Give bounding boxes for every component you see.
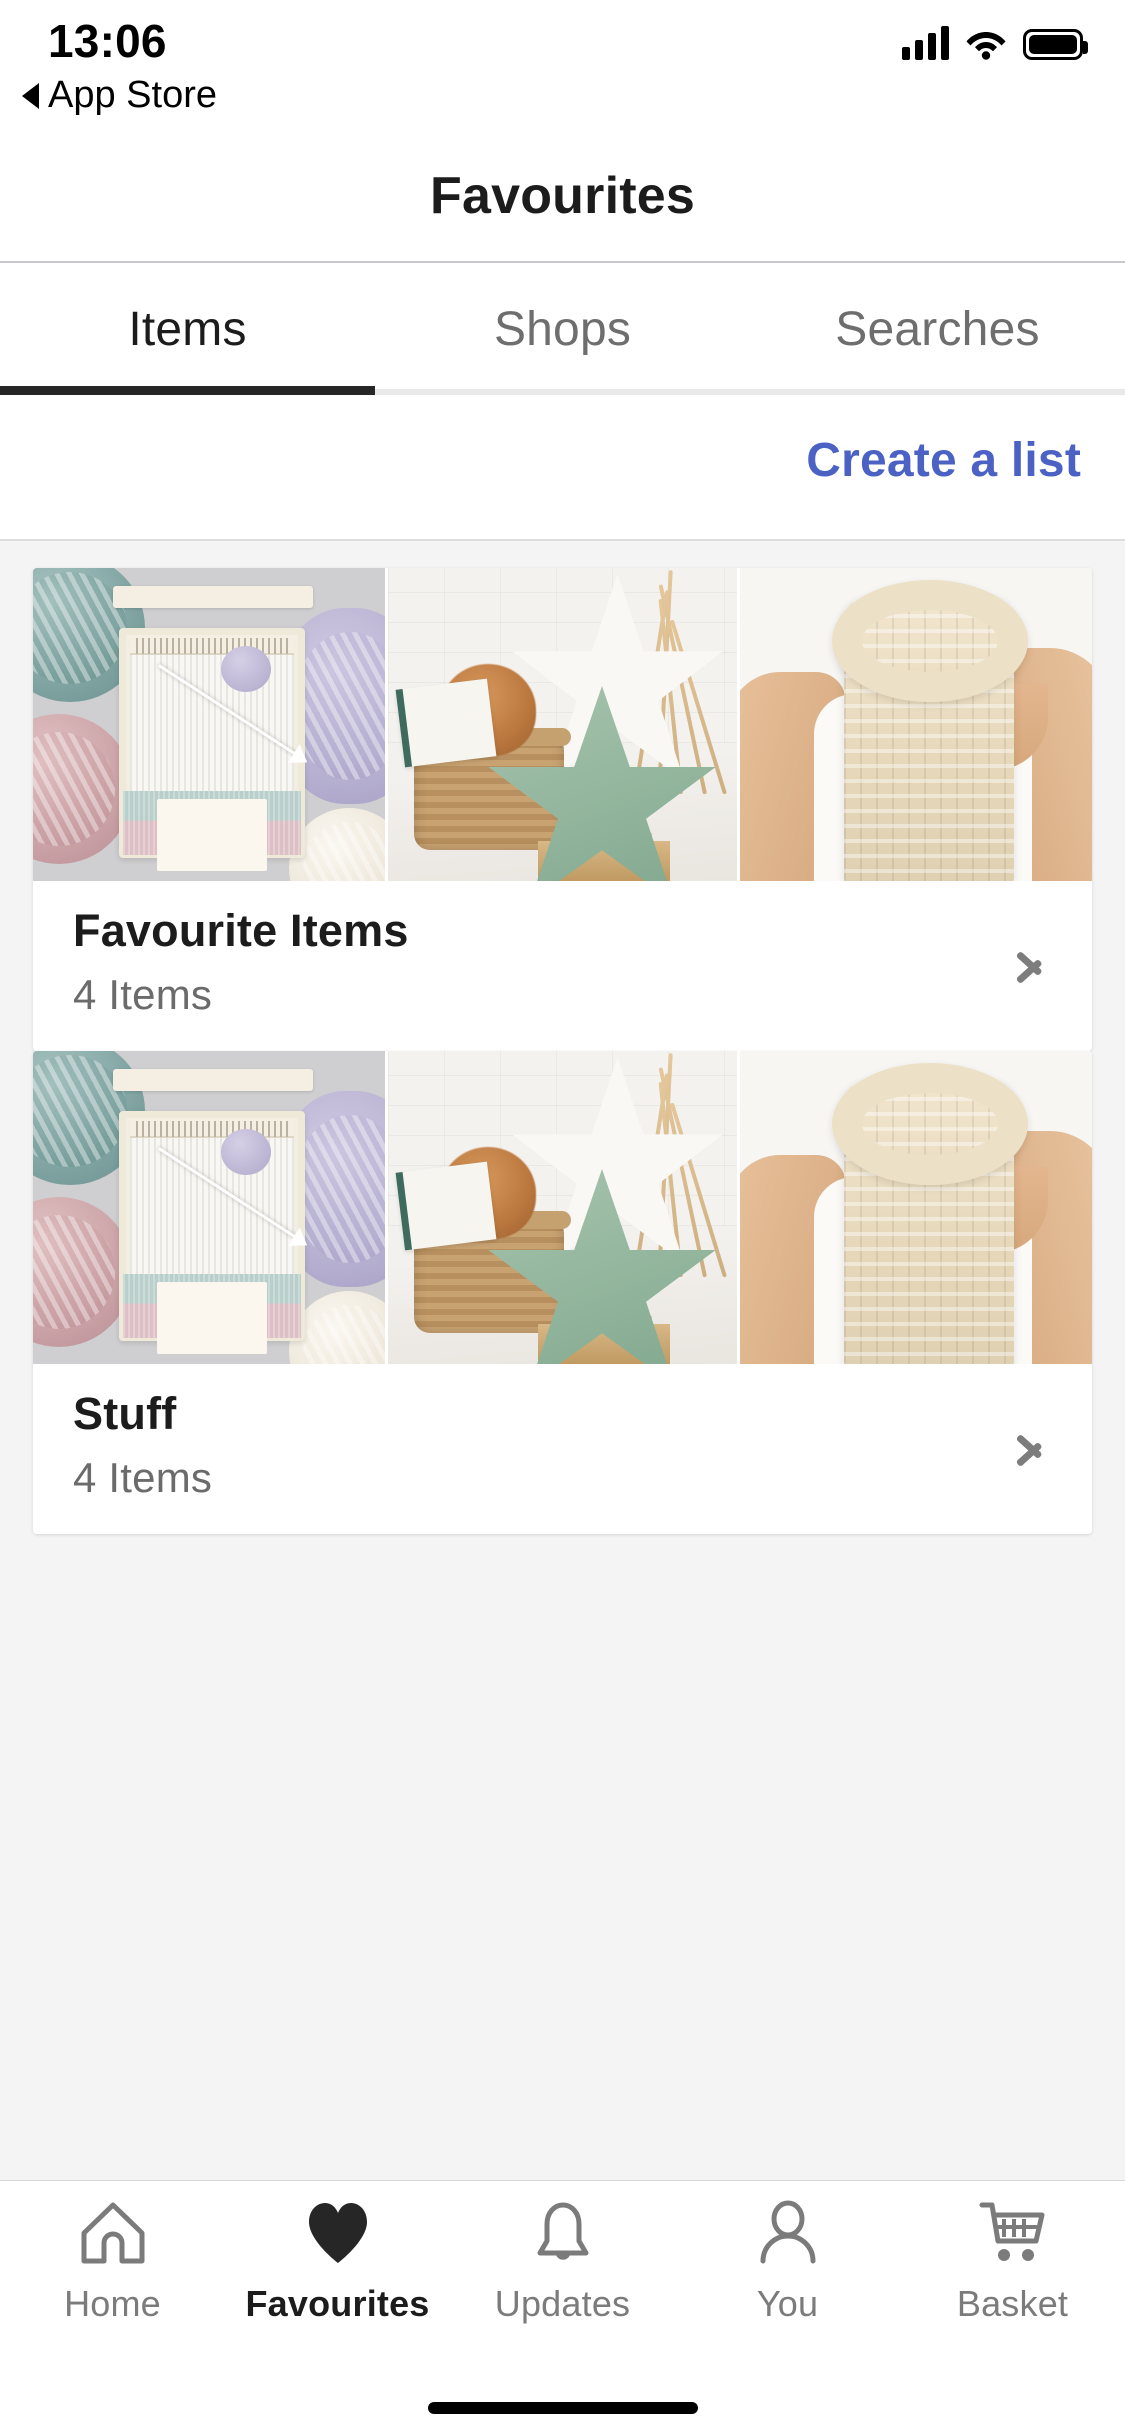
cable-knit-scarf-photo: [737, 568, 1092, 881]
tabbar-label-home: Home: [64, 2283, 161, 2324]
segment-tabs: Items Shops Searches: [0, 263, 1125, 395]
list-item[interactable]: Favourite Items 4 Items: [33, 568, 1092, 1051]
cellular-bars-icon: [902, 26, 949, 60]
create-list-button[interactable]: Create a list: [806, 433, 1081, 488]
weaving-loom-yarn-photo: [33, 568, 385, 881]
list-item-count: 4 Items: [73, 971, 213, 1018]
tab-searches[interactable]: Searches: [750, 263, 1125, 395]
list-item-title: Favourite Items: [73, 905, 409, 956]
tabbar-label-favourites: Favourites: [245, 2283, 430, 2324]
app-screen: 13:06 App Store Favourites Items Shops S…: [0, 0, 1125, 2436]
home-icon: [78, 2197, 148, 2269]
tabbar-label-basket: Basket: [956, 2283, 1069, 2324]
list-item[interactable]: Stuff 4 Items: [33, 1051, 1092, 1534]
shopping-cart-icon: [978, 2197, 1048, 2269]
tabbar-item-updates[interactable]: Updates: [450, 2197, 675, 2361]
tabbar-item-you[interactable]: You: [675, 2197, 900, 2361]
list-item-body: Favourite Items 4 Items: [33, 881, 1092, 1051]
tabbar-item-favourites[interactable]: Favourites: [225, 2197, 450, 2361]
heart-filled-icon: [303, 2197, 373, 2269]
battery-full-icon: [1023, 29, 1088, 60]
person-icon: [753, 2197, 823, 2269]
wifi-icon: [965, 26, 1007, 60]
tabbar-label-updates: Updates: [494, 2283, 631, 2324]
back-link-label: App Store: [48, 74, 217, 116]
tab-searches-label: Searches: [835, 302, 1040, 356]
back-triangle-icon: [22, 82, 39, 109]
list-item-count: 4 Items: [73, 1454, 213, 1501]
tab-items-label: Items: [128, 302, 247, 356]
home-indicator[interactable]: [427, 2402, 698, 2414]
star-cushion-basket-photo: [385, 1051, 737, 1364]
list-item-body: Stuff 4 Items: [33, 1364, 1092, 1534]
back-to-app-store-link[interactable]: App Store: [22, 74, 217, 117]
status-bar-indicators: [902, 26, 1088, 60]
cable-knit-scarf-photo: [737, 1051, 1092, 1364]
thumbnail-strip: [33, 568, 1092, 881]
bottom-tab-bar: Home Favourites Updates You Basket: [0, 2180, 1125, 2436]
tabbar-item-home[interactable]: Home: [0, 2197, 225, 2361]
navigation-bar: Favourites: [0, 132, 1125, 262]
tabbar-label-you: You: [756, 2283, 819, 2324]
tabbar-item-basket[interactable]: Basket: [900, 2197, 1125, 2361]
tab-active-indicator: [0, 386, 375, 395]
status-bar-time: 13:06: [48, 15, 167, 67]
list-item-title: Stuff: [73, 1388, 177, 1439]
tab-shops-label: Shops: [493, 302, 632, 356]
weaving-loom-yarn-photo: [33, 1051, 385, 1364]
bell-icon: [528, 2197, 598, 2269]
chevron-right-icon[interactable]: [1018, 1421, 1046, 1473]
thumbnail-strip: [33, 1051, 1092, 1364]
star-cushion-basket-photo: [385, 568, 737, 881]
tab-items[interactable]: Items: [0, 263, 375, 395]
status-bar: 13:06 App Store: [0, 0, 1125, 132]
page-title: Favourites: [430, 167, 695, 225]
create-list-row: Create a list: [0, 395, 1125, 540]
tab-shops[interactable]: Shops: [375, 263, 750, 395]
chevron-right-icon[interactable]: [1018, 938, 1046, 990]
favourite-lists-container: Favourite Items 4 Items Stuff 4 Items: [0, 541, 1125, 2180]
